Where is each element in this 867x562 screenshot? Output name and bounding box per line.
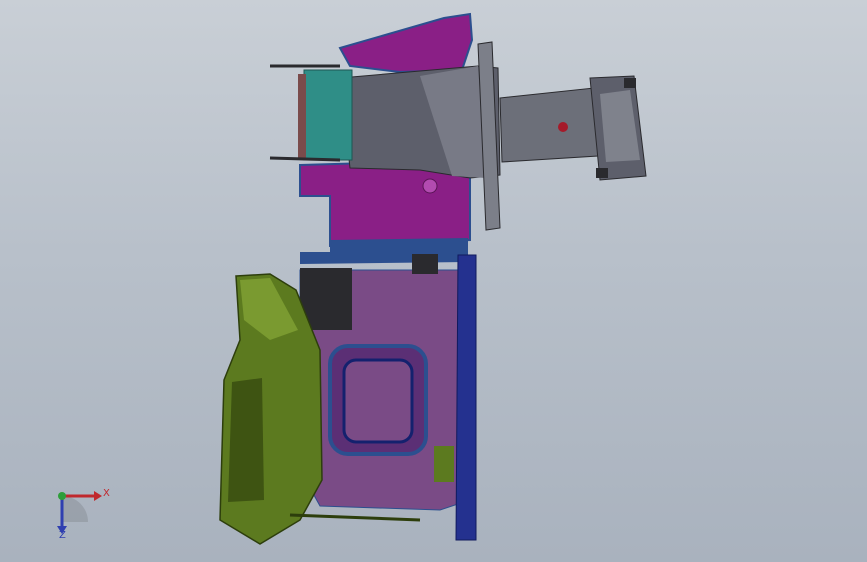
outlet-clip-bottom [596, 168, 608, 178]
mid-housing-rib [300, 238, 468, 264]
filter-cartridge[interactable] [303, 69, 353, 161]
cad-viewport[interactable]: X Z [0, 0, 867, 562]
hvac-assembly-model[interactable] [0, 0, 867, 562]
axis-z-label: Z [59, 530, 66, 541]
side-bracket[interactable] [455, 254, 477, 541]
bracket-clip[interactable] [434, 446, 454, 482]
access-window-inner [342, 358, 414, 444]
axis-x-label: X [103, 488, 110, 499]
base-rail [289, 513, 421, 522]
triad-x-arrow [94, 491, 102, 501]
housing-boss[interactable] [422, 178, 438, 194]
outlet-duct[interactable] [499, 87, 599, 163]
connector-tab [412, 254, 438, 274]
coordinate-triad [57, 491, 102, 534]
blower-grille [228, 378, 264, 502]
filter-rail-bottom [269, 156, 341, 162]
upper-housing-panel[interactable] [338, 12, 474, 74]
outlet-clip-top [624, 78, 636, 88]
triad-origin [58, 492, 66, 500]
filter-frame [298, 74, 306, 158]
outlet-red-marker[interactable] [558, 122, 568, 132]
triad-shadow [62, 496, 88, 522]
